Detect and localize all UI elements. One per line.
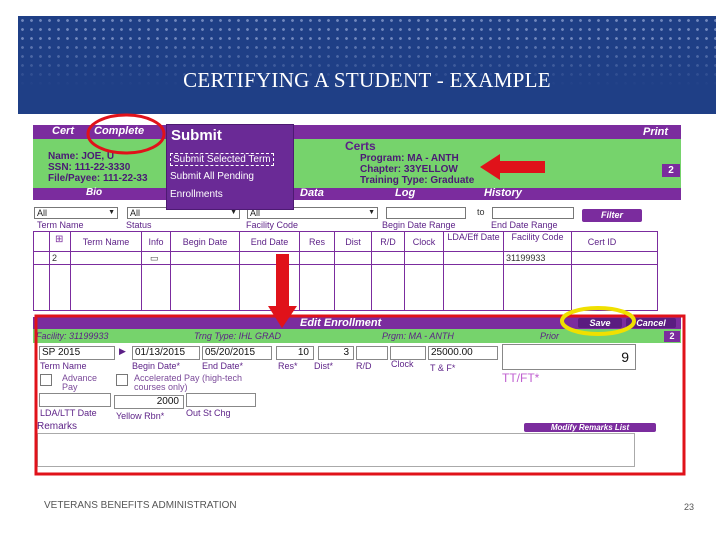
annotation-overlay — [34, 113, 686, 476]
edit-panel-highlight — [34, 314, 686, 476]
complete-tab-highlight — [86, 113, 166, 155]
page-number: 23 — [684, 502, 695, 512]
footer-text: VETERANS BENEFITS ADMINISTRATION — [44, 500, 237, 511]
save-button-highlight — [560, 306, 636, 336]
red-arrow-left-icon — [480, 154, 545, 180]
